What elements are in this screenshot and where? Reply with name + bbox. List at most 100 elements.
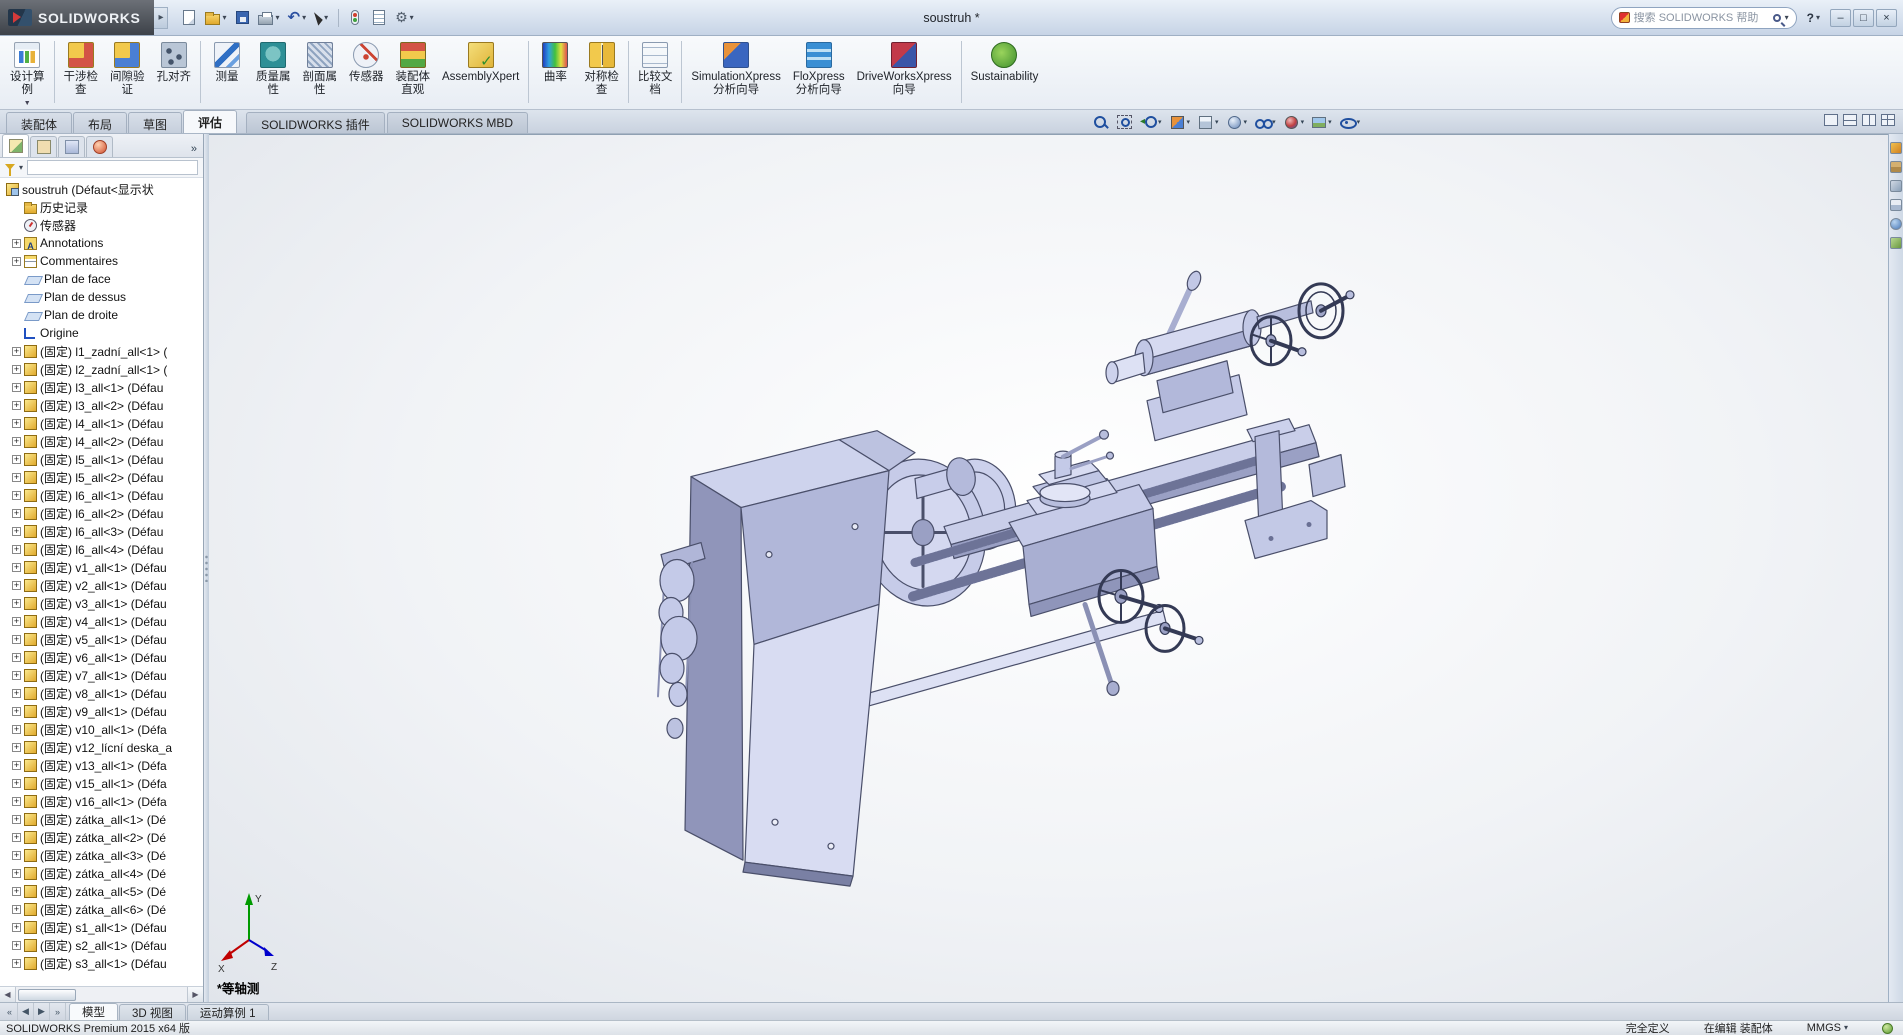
expand-icon[interactable]: + — [12, 563, 21, 572]
expand-icon[interactable]: + — [12, 527, 21, 536]
tree-item[interactable]: +(固定) zátka_all<4> (Dé — [4, 864, 203, 882]
tree-item[interactable]: +(固定) zátka_all<3> (Dé — [4, 846, 203, 864]
ribbon-button-measure[interactable]: 测量 — [204, 39, 250, 85]
tree-item[interactable]: +(固定) zátka_all<6> (Dé — [4, 900, 203, 918]
ribbon-button-compare-documents[interactable]: 比较文档 — [632, 39, 679, 98]
tree-item[interactable]: Plan de droite — [4, 306, 203, 324]
menu-expand-arrow-icon[interactable]: ▸ — [154, 7, 168, 29]
expand-icon[interactable]: + — [12, 419, 21, 428]
select-button[interactable]: ▾ — [311, 5, 333, 31]
tree-item[interactable]: +(固定) l6_all<2> (Défau — [4, 504, 203, 522]
tree-item[interactable]: +(固定) l4_all<1> (Défau — [4, 414, 203, 432]
expand-icon[interactable]: + — [12, 743, 21, 752]
tab-addins[interactable]: SOLIDWORKS 插件 — [246, 112, 385, 133]
tree-item[interactable]: +(固定) s1_all<1> (Défau — [4, 918, 203, 936]
expand-icon[interactable]: + — [12, 581, 21, 590]
tree-item[interactable]: 传感器 — [4, 216, 203, 234]
split-four-button[interactable] — [1881, 114, 1895, 126]
tree-item[interactable]: +(固定) l4_all<2> (Défau — [4, 432, 203, 450]
ribbon-button-sensor[interactable]: 传感器 — [343, 39, 390, 85]
apply-scene-button[interactable]: ▾ — [1309, 114, 1334, 131]
split-horizontal-button[interactable] — [1843, 114, 1857, 126]
tree-filter-input[interactable] — [27, 160, 198, 175]
expand-icon[interactable]: + — [12, 725, 21, 734]
split-vertical-button[interactable] — [1862, 114, 1876, 126]
tree-item[interactable]: +(固定) v12_lícní deska_a — [4, 738, 203, 756]
ribbon-button-curvature[interactable]: 曲率 — [532, 39, 578, 85]
expand-icon[interactable]: + — [12, 761, 21, 770]
tree-item[interactable]: +(固定) v9_all<1> (Défau — [4, 702, 203, 720]
tree-item[interactable]: +(固定) l6_all<4> (Défau — [4, 540, 203, 558]
expand-icon[interactable]: + — [12, 383, 21, 392]
tree-horizontal-scrollbar[interactable]: ◀ ▶ — [0, 986, 203, 1002]
tree-item[interactable]: +(固定) v3_all<1> (Défau — [4, 594, 203, 612]
expand-icon[interactable]: + — [12, 617, 21, 626]
tree-root-item[interactable]: soustruh (Défaut<显示状 — [4, 180, 203, 198]
tree-item[interactable]: +Commentaires — [4, 252, 203, 270]
tree-item[interactable]: +(固定) zátka_all<1> (Dé — [4, 810, 203, 828]
help-button[interactable]: ? ▾ — [1807, 11, 1820, 25]
scroll-left-button[interactable]: ◀ — [0, 987, 16, 1002]
expand-icon[interactable]: + — [12, 869, 21, 878]
tab-sketch[interactable]: 草图 — [128, 112, 182, 133]
tree-item[interactable]: +(固定) v6_all<1> (Défau — [4, 648, 203, 666]
expand-icon[interactable]: + — [12, 833, 21, 842]
tree-item[interactable]: +(固定) l6_all<1> (Défau — [4, 486, 203, 504]
search-icon[interactable] — [1773, 14, 1781, 22]
hide-show-items-button[interactable]: ▾ — [1252, 113, 1278, 131]
appearances-scenes-button[interactable] — [1890, 218, 1902, 230]
edit-appearance-button[interactable]: ▾ — [1281, 114, 1307, 131]
tree-item[interactable]: Plan de face — [4, 270, 203, 288]
previous-view-button[interactable]: ▾ — [1138, 113, 1164, 131]
file-properties-button[interactable] — [368, 5, 390, 31]
expand-icon[interactable]: + — [12, 365, 21, 374]
expand-icon[interactable]: + — [12, 923, 21, 932]
tree-item[interactable]: 历史记录 — [4, 198, 203, 216]
featuremanager-tree-tab[interactable] — [2, 134, 29, 157]
units-selector[interactable]: MMGS ▾ — [1807, 1022, 1848, 1034]
expand-icon[interactable]: + — [12, 689, 21, 698]
expand-icon[interactable]: + — [12, 779, 21, 788]
tab-evaluate[interactable]: 评估 — [183, 110, 237, 133]
tree-item[interactable]: +(固定) zátka_all<2> (Dé — [4, 828, 203, 846]
expand-icon[interactable]: + — [12, 635, 21, 644]
expand-icon[interactable]: + — [12, 239, 21, 248]
expand-icon[interactable]: + — [12, 401, 21, 410]
tree-item[interactable]: +(固定) v16_all<1> (Défa — [4, 792, 203, 810]
tree-item[interactable]: +(固定) zátka_all<5> (Dé — [4, 882, 203, 900]
ribbon-button-interference-check[interactable]: 干涉检查 — [58, 39, 105, 98]
expand-icon[interactable]: + — [12, 653, 21, 662]
tree-item[interactable]: +Annotations — [4, 234, 203, 252]
expand-icon[interactable]: + — [12, 455, 21, 464]
ribbon-button-sustainability[interactable]: Sustainability — [965, 39, 1045, 85]
tab-mbd[interactable]: SOLIDWORKS MBD — [387, 112, 528, 133]
expand-icon[interactable]: + — [12, 257, 21, 266]
section-view-button[interactable]: ▾ — [1167, 114, 1193, 131]
expand-icon[interactable]: + — [12, 509, 21, 518]
tree-item[interactable]: +(固定) v8_all<1> (Défau — [4, 684, 203, 702]
ribbon-button-simulationxpress[interactable]: SimulationXpress分析向导 — [685, 39, 786, 98]
next-study-tab-button[interactable]: ▶ — [34, 1003, 50, 1020]
configurationmanager-tab[interactable] — [58, 136, 85, 157]
expand-icon[interactable]: + — [12, 491, 21, 500]
ribbon-button-assembly-visualization[interactable]: 装配体直观 — [390, 39, 437, 98]
design-library-button[interactable] — [1890, 161, 1902, 173]
file-explorer-button[interactable] — [1890, 180, 1902, 192]
tree-item[interactable]: +(固定) v7_all<1> (Défau — [4, 666, 203, 684]
ribbon-button-mass-properties[interactable]: 质量属性 — [250, 39, 297, 98]
ribbon-button-symmetry-check[interactable]: 对称检查 — [578, 39, 625, 98]
tree-item[interactable]: +(固定) l5_all<2> (Défau — [4, 468, 203, 486]
save-button[interactable] — [231, 5, 253, 31]
expand-icon[interactable]: + — [12, 347, 21, 356]
expand-icon[interactable]: + — [12, 815, 21, 824]
undo-button[interactable]: ↶▾ — [284, 5, 309, 31]
tree-item[interactable]: +(固定) v13_all<1> (Défa — [4, 756, 203, 774]
propertymanager-tab[interactable] — [30, 136, 57, 157]
expand-icon[interactable]: + — [12, 545, 21, 554]
expand-icon[interactable]: + — [12, 599, 21, 608]
expand-icon[interactable]: + — [12, 851, 21, 860]
tree-item[interactable]: +(固定) v4_all<1> (Défau — [4, 612, 203, 630]
ribbon-button-hole-alignment[interactable]: 孔对齐 — [151, 39, 198, 85]
open-button[interactable]: ▾ — [202, 5, 229, 31]
rebuild-button[interactable] — [344, 5, 366, 31]
